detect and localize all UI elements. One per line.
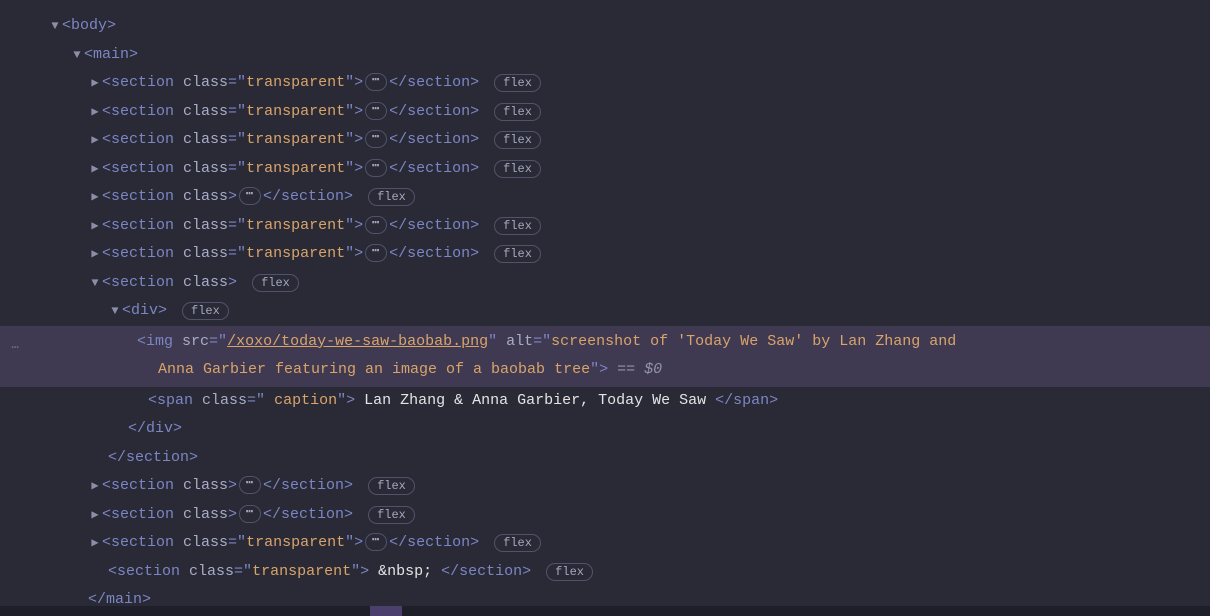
alt-value-a: screenshot of 'Today We Saw' by Lan Zhan… bbox=[551, 333, 956, 350]
flex-badge[interactable]: flex bbox=[494, 245, 541, 263]
node-section-transparent-nbsp[interactable]: <section class="transparent"> &nbsp; </s… bbox=[0, 558, 1210, 587]
src-value-link[interactable]: /xoxo/today-we-saw-baobab.png bbox=[227, 333, 488, 350]
node-section-class-expanded[interactable]: ▼ <section class> flex bbox=[0, 269, 1210, 298]
ellipsis-icon[interactable]: ⋯ bbox=[239, 505, 261, 523]
span-text: Lan Zhang & Anna Garbier, Today We Saw bbox=[355, 392, 715, 409]
elements-panel[interactable]: ▼ <body> ▼ <main> ▶ <section class="tran… bbox=[0, 0, 1210, 606]
expand-arrow-right-icon[interactable]: ▶ bbox=[88, 183, 102, 212]
node-section-class[interactable]: ▶ <section class>⋯</section> flex bbox=[0, 501, 1210, 530]
ellipsis-icon[interactable]: ⋯ bbox=[365, 130, 387, 148]
ellipsis-icon[interactable]: ⋯ bbox=[365, 159, 387, 177]
attr-alt: alt bbox=[506, 333, 533, 350]
ellipsis-icon[interactable]: ⋯ bbox=[365, 102, 387, 120]
tag-div: <div> bbox=[122, 302, 167, 319]
node-div[interactable]: ▼ <div> flex bbox=[0, 297, 1210, 326]
expand-arrow-down-icon[interactable]: ▼ bbox=[88, 269, 102, 298]
ellipsis-icon[interactable]: ⋯ bbox=[365, 244, 387, 262]
ellipsis-icon[interactable]: ⋯ bbox=[239, 187, 261, 205]
node-main-close[interactable]: </main> bbox=[0, 586, 1210, 606]
expand-arrow-right-icon[interactable]: ▶ bbox=[88, 69, 102, 98]
expand-arrow-down-icon[interactable]: ▼ bbox=[70, 41, 84, 70]
flex-badge[interactable]: flex bbox=[494, 160, 541, 178]
expand-arrow-right-icon[interactable]: ▶ bbox=[88, 212, 102, 241]
node-section-transparent[interactable]: ▶ <section class="transparent">⋯</sectio… bbox=[0, 98, 1210, 127]
node-section-class[interactable]: ▶ <section class>⋯</section> flex bbox=[0, 183, 1210, 212]
node-img-selected[interactable]: ⋯ <img src="/xoxo/today-we-saw-baobab.pn… bbox=[0, 326, 1210, 387]
node-section-transparent[interactable]: ▶ <section class="transparent">⋯</sectio… bbox=[0, 240, 1210, 269]
breadcrumb-bar[interactable] bbox=[0, 606, 1210, 616]
expand-arrow-right-icon[interactable]: ▶ bbox=[88, 155, 102, 184]
expand-arrow-right-icon[interactable]: ▶ bbox=[88, 501, 102, 530]
tag-main: <main> bbox=[84, 46, 138, 63]
flex-badge[interactable]: flex bbox=[494, 74, 541, 92]
node-section-transparent[interactable]: ▶ <section class="transparent">⋯</sectio… bbox=[0, 212, 1210, 241]
node-section-class[interactable]: ▶ <section class>⋯</section> flex bbox=[0, 472, 1210, 501]
flex-badge[interactable]: flex bbox=[182, 302, 229, 320]
node-section-transparent[interactable]: ▶ <section class="transparent">⋯</sectio… bbox=[0, 155, 1210, 184]
flex-badge[interactable]: flex bbox=[494, 131, 541, 149]
tag-img-open: <img bbox=[137, 333, 182, 350]
tag-body: <body> bbox=[62, 17, 116, 34]
ellipsis-icon[interactable]: ⋯ bbox=[365, 216, 387, 234]
node-main[interactable]: ▼ <main> bbox=[0, 41, 1210, 70]
flex-badge[interactable]: flex bbox=[546, 563, 593, 581]
flex-badge[interactable]: flex bbox=[494, 217, 541, 235]
ellipsis-icon[interactable]: ⋯ bbox=[239, 476, 261, 494]
flex-badge[interactable]: flex bbox=[368, 188, 415, 206]
breadcrumb-segment[interactable] bbox=[370, 606, 402, 616]
flex-badge[interactable]: flex bbox=[252, 274, 299, 292]
node-body[interactable]: ▼ <body> bbox=[0, 12, 1210, 41]
expand-arrow-right-icon[interactable]: ▶ bbox=[88, 126, 102, 155]
attr-src: src bbox=[182, 333, 209, 350]
alt-value-b: Anna Garbier featuring an image of a bao… bbox=[158, 361, 590, 378]
selected-node-marker: == $0 bbox=[617, 361, 662, 378]
dom-tree[interactable]: ▼ <body> ▼ <main> ▶ <section class="tran… bbox=[0, 0, 1210, 606]
gutter-more-icon[interactable]: ⋯ bbox=[0, 334, 30, 363]
expand-arrow-right-icon[interactable]: ▶ bbox=[88, 98, 102, 127]
flex-badge[interactable]: flex bbox=[494, 103, 541, 121]
flex-badge[interactable]: flex bbox=[368, 506, 415, 524]
node-div-close[interactable]: </div> bbox=[0, 415, 1210, 444]
node-section-transparent[interactable]: ▶ <section class="transparent">⋯</sectio… bbox=[0, 529, 1210, 558]
flex-badge[interactable]: flex bbox=[368, 477, 415, 495]
expand-arrow-right-icon[interactable]: ▶ bbox=[88, 240, 102, 269]
node-section-transparent[interactable]: ▶ <section class="transparent">⋯</sectio… bbox=[0, 126, 1210, 155]
flex-badge[interactable]: flex bbox=[494, 534, 541, 552]
node-section-close[interactable]: </section> bbox=[0, 444, 1210, 473]
tag-img-end: > bbox=[599, 361, 608, 378]
node-span-caption[interactable]: <span class=" caption"> Lan Zhang & Anna… bbox=[0, 387, 1210, 416]
node-section-transparent[interactable]: ▶ <section class="transparent">⋯</sectio… bbox=[0, 69, 1210, 98]
ellipsis-icon[interactable]: ⋯ bbox=[365, 533, 387, 551]
expand-arrow-down-icon[interactable]: ▼ bbox=[48, 12, 62, 41]
ellipsis-icon[interactable]: ⋯ bbox=[365, 73, 387, 91]
expand-arrow-right-icon[interactable]: ▶ bbox=[88, 472, 102, 501]
expand-arrow-right-icon[interactable]: ▶ bbox=[88, 529, 102, 558]
expand-arrow-down-icon[interactable]: ▼ bbox=[108, 297, 122, 326]
